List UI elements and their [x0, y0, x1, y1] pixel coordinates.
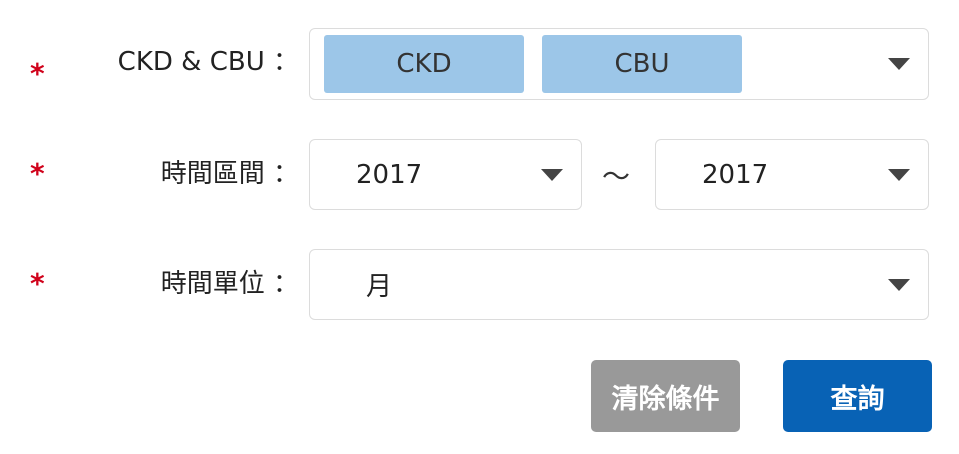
tag-ckd-label: CKD — [396, 49, 452, 79]
period-label: 時間區間 ： — [160, 159, 299, 189]
unit-value: 月 — [366, 272, 393, 302]
period-end-select[interactable]: 2017 — [655, 139, 929, 210]
required-mark: * — [30, 267, 45, 300]
tag-ckd[interactable]: CKD — [324, 35, 524, 93]
period-separator: ～ — [602, 160, 631, 193]
ckd-cbu-label: CKD & CBU ： — [117, 47, 299, 77]
search-button[interactable]: 查詢 — [783, 360, 932, 432]
ckd-cbu-multiselect[interactable]: CKD CBU — [309, 28, 929, 100]
period-start-value: 2017 — [356, 159, 423, 190]
unit-label: 時間單位 ： — [160, 269, 299, 299]
required-mark: * — [30, 57, 45, 90]
search-label: 查詢 — [830, 383, 885, 415]
period-end-value: 2017 — [702, 159, 769, 190]
caret-down-icon[interactable] — [541, 168, 563, 181]
clear-conditions-label: 清除條件 — [611, 383, 720, 415]
clear-conditions-button[interactable]: 清除條件 — [591, 360, 740, 432]
query-form: * CKD & CBU ： CKD CBU * 時間區間 ： 2017 ～ 20… — [0, 0, 959, 454]
tag-cbu-label: CBU — [614, 49, 670, 79]
caret-down-icon[interactable] — [888, 168, 910, 181]
caret-down-icon[interactable] — [888, 278, 910, 291]
period-start-select[interactable]: 2017 — [309, 139, 582, 210]
caret-down-icon[interactable] — [888, 58, 910, 70]
tag-cbu[interactable]: CBU — [542, 35, 742, 93]
required-mark: * — [30, 157, 45, 190]
unit-select[interactable]: 月 — [309, 249, 929, 320]
